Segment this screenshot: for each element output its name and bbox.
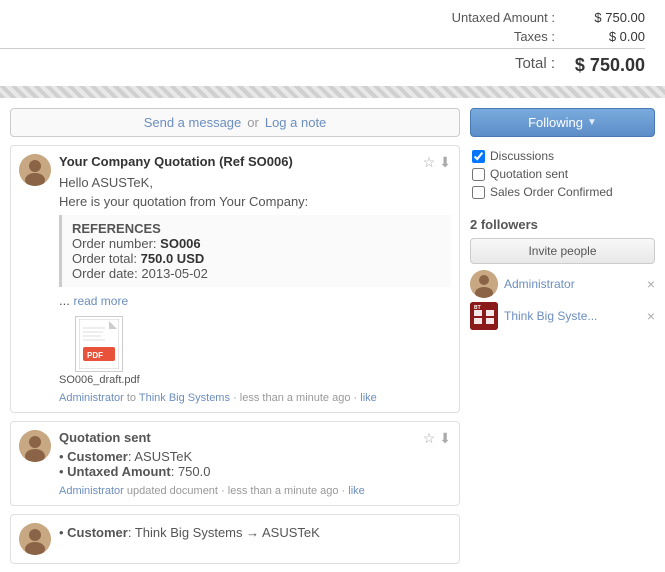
message-title-1: Your Company Quotation (Ref SO006): [59, 154, 293, 169]
msg2-action: updated document: [127, 485, 218, 497]
message-body-1: Hello ASUSTeK, Here is your quotation fr…: [59, 175, 451, 386]
sales-order-checkbox[interactable]: [472, 186, 485, 199]
customer-label: Customer: [67, 449, 128, 464]
send-message-tab[interactable]: Send a message: [144, 115, 242, 130]
untaxed-row: Untaxed Amount : $ 750.00: [0, 10, 645, 25]
followers-count: 2 followers: [470, 217, 655, 232]
quotation-checkbox[interactable]: [472, 168, 485, 181]
msg2-time: less than a minute ago: [228, 485, 339, 497]
avatar-msg3: [19, 523, 51, 555]
attachment-filename: SO006_draft.pdf: [59, 374, 140, 386]
msg1-company[interactable]: Think Big Systems: [139, 392, 230, 404]
read-more-link[interactable]: read more: [73, 294, 128, 308]
ref-order-number: Order number: SO006: [72, 236, 441, 251]
follower-avatar-company: BT: [470, 302, 498, 330]
following-arrow-icon: ▼: [587, 117, 597, 128]
msg3-items: • Customer: Think Big Systems → ASUSTeK: [59, 525, 451, 540]
follower-item-company: BT Think Big Syste... ×: [470, 302, 655, 330]
message-item-2: Quotation sent ☆ ⬇ • Customer: ASUSTeK •…: [10, 421, 460, 506]
follower-name-admin[interactable]: Administrator: [504, 277, 641, 291]
following-label: Following: [528, 115, 583, 130]
following-button[interactable]: Following ▼: [470, 108, 655, 137]
customer-value-3: Think Big Systems → ASUSTeK: [135, 525, 320, 540]
amount-value: 750.0: [178, 464, 211, 479]
svg-text:PDF: PDF: [87, 351, 103, 360]
star-icon[interactable]: ☆: [423, 154, 436, 171]
read-more-line: ... read more: [59, 293, 451, 308]
amount-label: Untaxed Amount: [67, 464, 171, 479]
ref-order-date: Order date: 2013-05-02: [72, 266, 441, 281]
message-footer-1: Administrator to Think Big Systems · les…: [59, 392, 451, 404]
discussions-checkbox[interactable]: [472, 150, 485, 163]
followers-section: 2 followers Invite people Administrator …: [470, 217, 655, 330]
taxes-label: Taxes :: [405, 29, 555, 44]
message-header-1: Your Company Quotation (Ref SO006) ☆ ⬇: [59, 154, 451, 171]
remove-follower-company[interactable]: ×: [647, 309, 655, 323]
checkbox-quotation[interactable]: Quotation sent: [472, 167, 653, 181]
follower-name-company[interactable]: Think Big Syste...: [504, 309, 641, 323]
msg1-separator1: ·: [233, 392, 240, 404]
references-box: REFERENCES Order number: SO006 Order tot…: [59, 215, 451, 287]
avatar-msg2: [19, 430, 51, 462]
msg2-author[interactable]: Administrator: [59, 485, 124, 497]
subscription-checkboxes: Discussions Quotation sent Sales Order C…: [470, 145, 655, 207]
taxes-row: Taxes : $ 0.00: [0, 29, 645, 44]
msg2-like[interactable]: like: [348, 485, 365, 497]
taxes-value: $ 0.00: [565, 29, 645, 44]
customer-label-3: Customer: [67, 525, 128, 540]
msg3-content: • Customer: Think Big Systems → ASUSTeK: [59, 523, 451, 555]
svg-text:BT: BT: [474, 305, 481, 311]
message-item-1: Your Company Quotation (Ref SO006) ☆ ⬇ H…: [10, 145, 460, 413]
msg1-line2: Here is your quotation from Your Company…: [59, 194, 451, 209]
pdf-icon: PDF: [75, 316, 123, 372]
untaxed-value: $ 750.00: [565, 10, 645, 25]
checkbox-sales-order[interactable]: Sales Order Confirmed: [472, 185, 653, 199]
follower-item-admin: Administrator ×: [470, 270, 655, 298]
discussions-label: Discussions: [490, 149, 554, 163]
msg2-title: Quotation sent: [59, 430, 151, 447]
total-label: Total :: [405, 55, 555, 76]
msg1-time: less than a minute ago: [240, 392, 351, 404]
summary-section: Untaxed Amount : $ 750.00 Taxes : $ 0.00…: [0, 0, 665, 86]
attachment-pdf[interactable]: PDF SO006_draft.pdf: [59, 316, 140, 386]
tabs-or: or: [247, 115, 259, 130]
ref-title: REFERENCES: [72, 221, 441, 236]
follower-avatar-admin: [470, 270, 498, 298]
sidebar-panel: Following ▼ Discussions Quotation sent S…: [470, 108, 655, 334]
total-value: $ 750.00: [565, 55, 645, 76]
divider-strip: [0, 86, 665, 98]
msg2-item-customer: • Customer: ASUSTeK: [59, 449, 451, 464]
msg2-action-icons: ☆ ⬇: [423, 430, 451, 447]
chatter-panel: Send a message or Log a note Your Compan…: [10, 108, 460, 572]
message-action-icons: ☆ ⬇: [423, 154, 451, 171]
quotation-label: Quotation sent: [490, 167, 568, 181]
invite-people-button[interactable]: Invite people: [470, 238, 655, 264]
msg1-like[interactable]: like: [360, 392, 377, 404]
untaxed-label: Untaxed Amount :: [405, 10, 555, 25]
sales-order-label: Sales Order Confirmed: [490, 185, 613, 199]
msg2-separator1: ·: [221, 485, 228, 497]
msg2-item-amount: • Untaxed Amount: 750.0: [59, 464, 451, 479]
message-tabs: Send a message or Log a note: [10, 108, 460, 137]
msg2-footer: Administrator updated document · less th…: [59, 485, 451, 497]
msg1-to: to: [127, 392, 139, 404]
message-content-1: Your Company Quotation (Ref SO006) ☆ ⬇ H…: [59, 154, 451, 404]
ref-order-total: Order total: 750.0 USD: [72, 251, 441, 266]
download-icon-2[interactable]: ⬇: [439, 430, 451, 447]
remove-follower-admin[interactable]: ×: [647, 277, 655, 291]
msg1-line1: Hello ASUSTeK,: [59, 175, 451, 190]
main-layout: Send a message or Log a note Your Compan…: [0, 98, 665, 572]
customer-value: ASUSTeK: [134, 449, 192, 464]
log-note-tab[interactable]: Log a note: [265, 115, 326, 130]
msg2-items: • Customer: ASUSTeK • Untaxed Amount: 75…: [59, 449, 451, 479]
msg3-item-customer: • Customer: Think Big Systems → ASUSTeK: [59, 525, 451, 540]
download-icon[interactable]: ⬇: [439, 154, 451, 171]
msg2-content: Quotation sent ☆ ⬇ • Customer: ASUSTeK •…: [59, 430, 451, 497]
message-item-3: • Customer: Think Big Systems → ASUSTeK: [10, 514, 460, 564]
star-icon-2[interactable]: ☆: [423, 430, 436, 447]
msg1-author[interactable]: Administrator: [59, 392, 124, 404]
avatar-msg1: [19, 154, 51, 186]
checkbox-discussions[interactable]: Discussions: [472, 149, 653, 163]
total-row: Total : $ 750.00: [0, 48, 645, 76]
